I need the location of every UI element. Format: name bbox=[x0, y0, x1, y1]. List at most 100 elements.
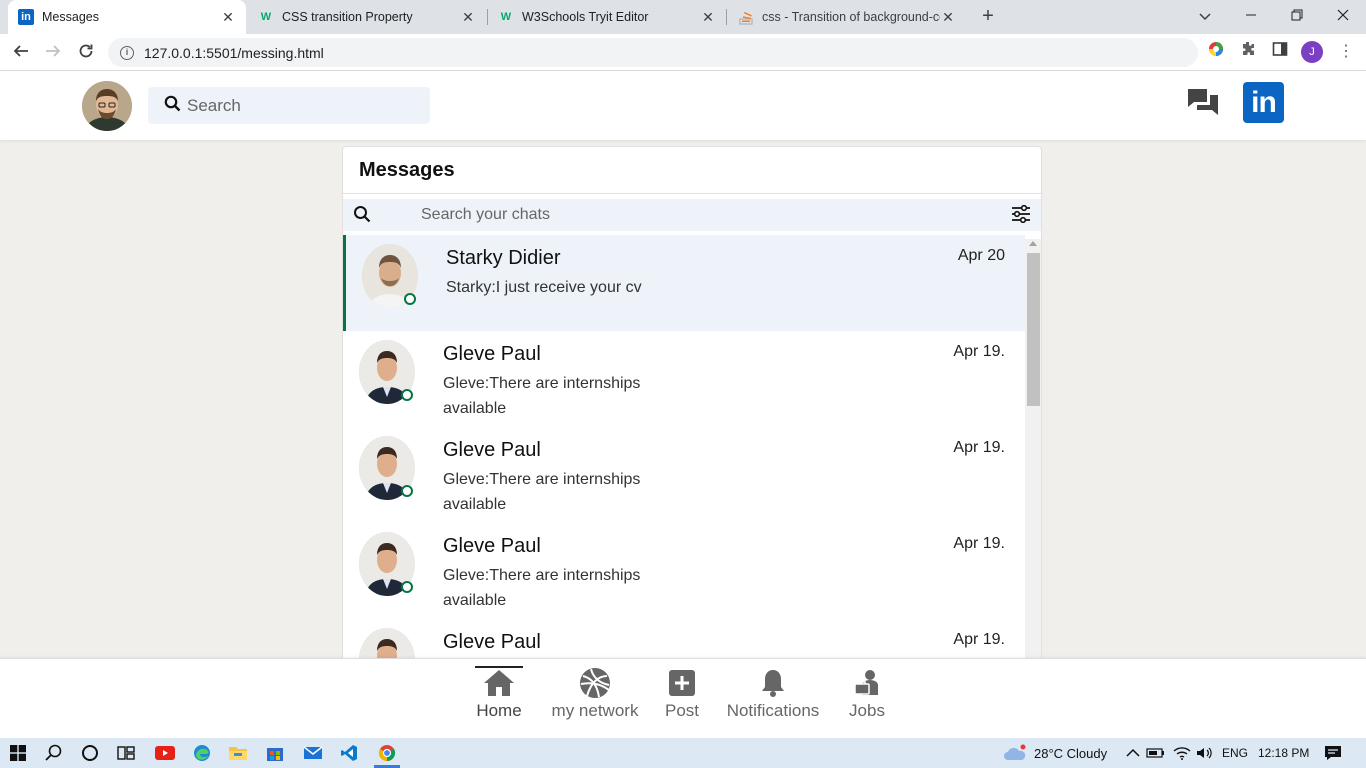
post-icon bbox=[660, 667, 704, 699]
wifi-icon[interactable] bbox=[1172, 743, 1192, 763]
windows-start-icon[interactable] bbox=[8, 743, 28, 763]
edge-icon[interactable] bbox=[192, 743, 212, 763]
browser-tab-stackoverflow[interactable]: css - Transition of background-co ✕ bbox=[728, 0, 966, 34]
close-icon[interactable]: ✕ bbox=[700, 9, 716, 26]
contact-name: Gleve Paul bbox=[443, 631, 541, 653]
chevron-up-icon[interactable] bbox=[1123, 743, 1143, 763]
tab-title: CSS transition Property bbox=[282, 10, 413, 24]
close-window-button[interactable] bbox=[1320, 0, 1366, 34]
search-icon[interactable] bbox=[44, 743, 64, 763]
battery-icon[interactable] bbox=[1146, 743, 1166, 763]
message-date: Apr 19. bbox=[953, 439, 1005, 456]
tab-title: W3Schools Tryit Editor bbox=[522, 10, 649, 24]
message-snippet: Starky:I just receive your cv bbox=[446, 279, 642, 296]
new-tab-button[interactable]: + bbox=[976, 5, 1000, 29]
bottom-nav: Home my network Post Notifications Jobs bbox=[0, 658, 1366, 738]
reload-button[interactable] bbox=[73, 40, 99, 66]
side-panel-icon[interactable] bbox=[1269, 41, 1291, 63]
message-snippet: Gleve:There are internships available bbox=[443, 567, 641, 609]
close-icon[interactable]: ✕ bbox=[940, 9, 956, 26]
conversation-list: Starky Didier Starky:I just receive your… bbox=[343, 235, 1025, 665]
tab-search-chevron-icon[interactable] bbox=[1182, 0, 1228, 34]
weather-cloudy-icon[interactable] bbox=[1003, 743, 1027, 763]
notification-center-icon[interactable] bbox=[1323, 743, 1343, 763]
linkedin-logo[interactable]: in bbox=[1243, 82, 1284, 123]
message-date: Apr 19. bbox=[953, 343, 1005, 360]
linkedin-favicon-icon: in bbox=[18, 9, 34, 25]
clock-time[interactable]: 12:18 PM bbox=[1258, 746, 1309, 760]
minimize-button[interactable] bbox=[1228, 0, 1274, 34]
windows-taskbar: 28°C Cloudy ENG 12:18 PM bbox=[0, 738, 1366, 768]
message-snippet: Gleve:There are internships available bbox=[443, 471, 641, 513]
nav-notifications[interactable]: Notifications bbox=[720, 667, 826, 721]
online-status-indicator bbox=[401, 581, 413, 593]
nav-label: Jobs bbox=[849, 701, 885, 720]
chat-search-input[interactable]: Search your chats bbox=[343, 199, 1041, 231]
browser-tab-css-transition[interactable]: W CSS transition Property ✕ bbox=[248, 0, 486, 34]
extensions-puzzle-icon[interactable] bbox=[1237, 41, 1259, 63]
message-date: Apr 19. bbox=[953, 535, 1005, 552]
network-icon bbox=[545, 667, 645, 699]
header-search-input[interactable]: Search bbox=[148, 87, 430, 124]
chat-search-placeholder: Search your chats bbox=[421, 206, 550, 223]
jobs-icon bbox=[842, 667, 892, 699]
volume-icon[interactable] bbox=[1195, 743, 1215, 763]
mail-icon[interactable] bbox=[303, 743, 323, 763]
color-extension-icon[interactable] bbox=[1205, 41, 1227, 63]
header-search-placeholder: Search bbox=[187, 95, 241, 115]
nav-label: Notifications bbox=[726, 701, 820, 720]
home-icon bbox=[468, 667, 530, 699]
cortana-icon[interactable] bbox=[80, 743, 100, 763]
contact-name: Gleve Paul bbox=[443, 439, 541, 461]
close-icon[interactable]: ✕ bbox=[460, 9, 476, 26]
close-icon[interactable]: ✕ bbox=[220, 9, 236, 26]
conversation-row[interactable]: Gleve Paul Gleve:There are internships a… bbox=[343, 427, 1025, 523]
youtube-icon[interactable] bbox=[155, 743, 175, 763]
conversation-row[interactable]: Starky Didier Starky:I just receive your… bbox=[343, 235, 1025, 331]
w3schools-favicon-icon: W bbox=[260, 11, 272, 23]
browser-tab-messages[interactable]: in Messages ✕ bbox=[8, 0, 246, 34]
tab-separator bbox=[726, 9, 727, 25]
restore-button[interactable] bbox=[1274, 0, 1320, 34]
language-indicator[interactable]: ENG bbox=[1222, 746, 1248, 760]
scrollbar-thumb[interactable] bbox=[1027, 253, 1040, 406]
nav-home[interactable]: Home bbox=[468, 667, 530, 721]
weather-text[interactable]: 28°C Cloudy bbox=[1034, 746, 1107, 761]
nav-label: Home bbox=[476, 701, 522, 720]
scroll-up-arrow-icon[interactable] bbox=[1029, 241, 1037, 246]
message-date: Apr 19. bbox=[953, 631, 1005, 648]
back-button[interactable] bbox=[8, 40, 34, 66]
microsoft-store-icon[interactable] bbox=[265, 743, 285, 763]
browser-toolbar: i 127.0.0.1:5501/messing.html bbox=[0, 34, 1366, 92]
divider bbox=[343, 193, 1041, 194]
contact-name: Starky Didier bbox=[446, 247, 561, 269]
messaging-icon[interactable] bbox=[1186, 87, 1220, 119]
forward-button[interactable] bbox=[40, 40, 66, 66]
filter-sliders-icon[interactable] bbox=[1011, 204, 1031, 228]
profile-avatar[interactable]: J bbox=[1301, 41, 1323, 63]
nav-post[interactable]: Post bbox=[660, 667, 704, 721]
nav-jobs[interactable]: Jobs bbox=[842, 667, 892, 721]
conversation-row[interactable]: Gleve Paul Gleve:There are internships a… bbox=[343, 523, 1025, 619]
file-explorer-icon[interactable] bbox=[228, 743, 248, 763]
conversation-row[interactable]: Gleve Paul Gleve:There are internships a… bbox=[343, 331, 1025, 427]
browser-tab-tryit[interactable]: W W3Schools Tryit Editor ✕ bbox=[488, 0, 726, 34]
site-info-icon[interactable]: i bbox=[120, 45, 134, 60]
url-text: 127.0.0.1:5501/messing.html bbox=[144, 44, 324, 61]
online-status-indicator bbox=[404, 293, 416, 305]
contact-name: Gleve Paul bbox=[443, 535, 541, 557]
online-status-indicator bbox=[401, 389, 413, 401]
address-bar[interactable]: i 127.0.0.1:5501/messing.html bbox=[108, 38, 1198, 67]
site-header: Search in bbox=[0, 71, 1366, 140]
nav-my-network[interactable]: my network bbox=[545, 667, 645, 721]
stackoverflow-favicon-icon bbox=[738, 9, 754, 25]
browser-menu-icon[interactable]: ⋮ bbox=[1338, 41, 1354, 63]
user-avatar[interactable] bbox=[82, 81, 132, 131]
message-snippet: Gleve:There are internships available bbox=[443, 375, 641, 417]
nav-label: my network bbox=[551, 701, 639, 720]
chrome-icon[interactable] bbox=[377, 743, 397, 763]
task-view-icon[interactable] bbox=[116, 743, 136, 763]
bell-icon bbox=[720, 667, 826, 699]
vscode-icon[interactable] bbox=[339, 743, 359, 763]
message-date: Apr 20 bbox=[957, 247, 1005, 264]
